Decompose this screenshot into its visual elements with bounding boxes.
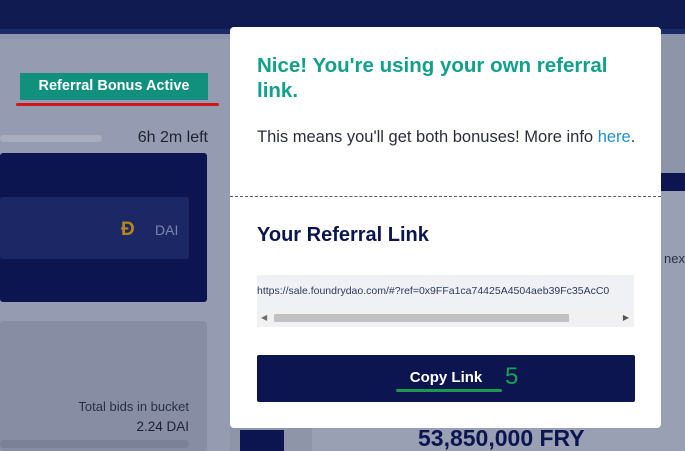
annotation-underline-green [396,389,502,392]
bottom-navy-block [240,430,284,451]
annotation-underline-red [16,103,219,106]
horizontal-scrollbar[interactable]: ◀ ▶ [257,310,634,325]
scrollbar-thumb[interactable] [274,314,569,322]
dai-currency-icon: Ð [121,219,135,240]
copy-link-label: Copy Link [409,369,483,386]
scroll-right-arrow-icon[interactable]: ▶ [623,313,629,322]
total-bids-label: Total bids in bucket [78,399,189,414]
referral-bonus-badge: Referral Bonus Active [20,73,208,100]
modal-body-text: This means you'll get both bonuses! More… [257,128,594,146]
total-bids-value: 2.24 DAI [136,419,189,434]
right-card-header [661,173,685,191]
referral-modal: Nice! You're using your own referral lin… [230,27,661,428]
modal-divider [230,196,661,197]
right-card-text: nex [664,251,685,266]
copy-link-button[interactable]: Copy Link 5 [257,355,635,402]
scroll-left-arrow-icon[interactable]: ◀ [261,313,267,322]
referral-link-heading: Your Referral Link [257,224,429,246]
more-info-link[interactable]: here [598,128,631,146]
time-left-text: 6h 2m left [137,129,208,146]
fry-total-value: 53,850,000 FRY [418,425,585,451]
referral-url-text[interactable]: https://sale.foundrydao.com/#?ref=0x9FFa… [257,285,609,297]
right-card [661,191,685,451]
currency-label: DAI [155,222,179,238]
referral-link-box[interactable]: https://sale.foundrydao.com/#?ref=0x9FFa… [257,275,634,327]
bucket-progress-bar [0,440,189,448]
sale-progress-bar [0,135,102,142]
modal-body-period: . [630,128,636,146]
annotation-number: 5 [505,363,519,390]
modal-title: Nice! You're using your own referral lin… [257,54,608,102]
modal-body: This means you'll get both bonuses! More… [257,126,652,148]
